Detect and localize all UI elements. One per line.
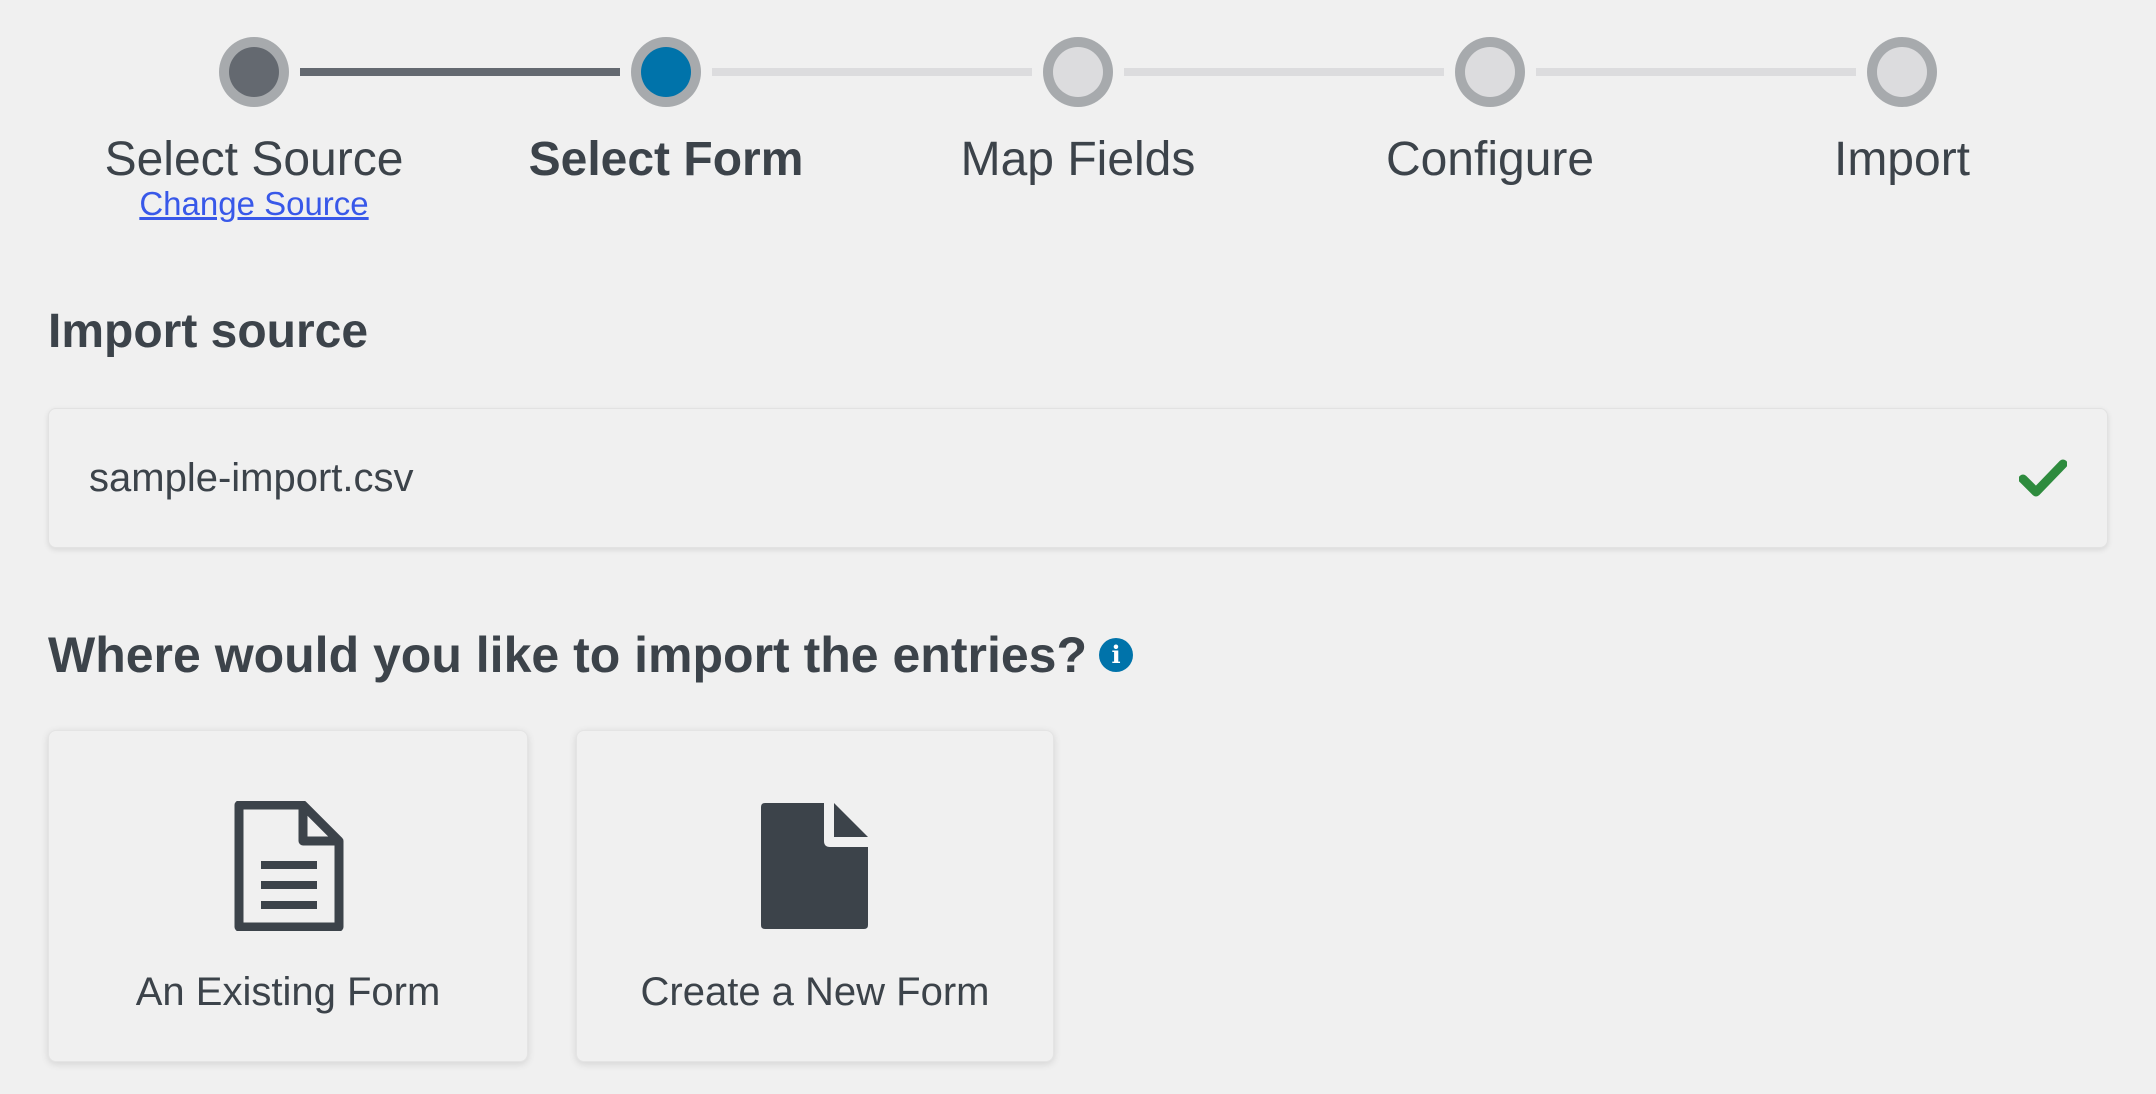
new-form-label: Create a New Form	[640, 970, 990, 1014]
step-marker-import	[1867, 37, 1937, 107]
step-marker-map-fields	[1043, 37, 1113, 107]
import-stepper: Select Source Change Source Select Form …	[0, 0, 2156, 240]
info-icon[interactable]: i	[1099, 638, 1133, 672]
step-label-select-source: Select Source	[104, 133, 404, 186]
import-source-heading: Import source	[48, 305, 369, 358]
step-connector-1	[300, 68, 620, 76]
file-text-icon	[234, 801, 344, 931]
new-form-option[interactable]: Create a New Form	[576, 730, 1054, 1062]
step-marker-select-source	[219, 37, 289, 107]
step-connector-4	[1536, 68, 1856, 76]
existing-form-label: An Existing Form	[135, 970, 441, 1014]
file-icon	[761, 803, 868, 929]
step-label-select-form: Select Form	[528, 133, 804, 186]
step-label-configure: Configure	[1385, 133, 1595, 186]
destination-heading-text: Where would you like to import the entri…	[48, 627, 1087, 683]
destination-heading: Where would you like to import the entri…	[48, 623, 1133, 687]
import-source-box: sample-import.csv	[48, 408, 2108, 548]
existing-form-option[interactable]: An Existing Form	[48, 730, 528, 1062]
step-marker-select-form	[631, 37, 701, 107]
step-connector-2	[712, 68, 1032, 76]
source-file-name: sample-import.csv	[89, 455, 414, 500]
step-connector-3	[1124, 68, 1444, 76]
change-source-link[interactable]: Change Source	[74, 184, 434, 224]
step-label-import: Import	[1833, 133, 1971, 186]
check-icon	[2019, 459, 2067, 497]
step-marker-configure	[1455, 37, 1525, 107]
step-label-map-fields: Map Fields	[960, 133, 1196, 186]
